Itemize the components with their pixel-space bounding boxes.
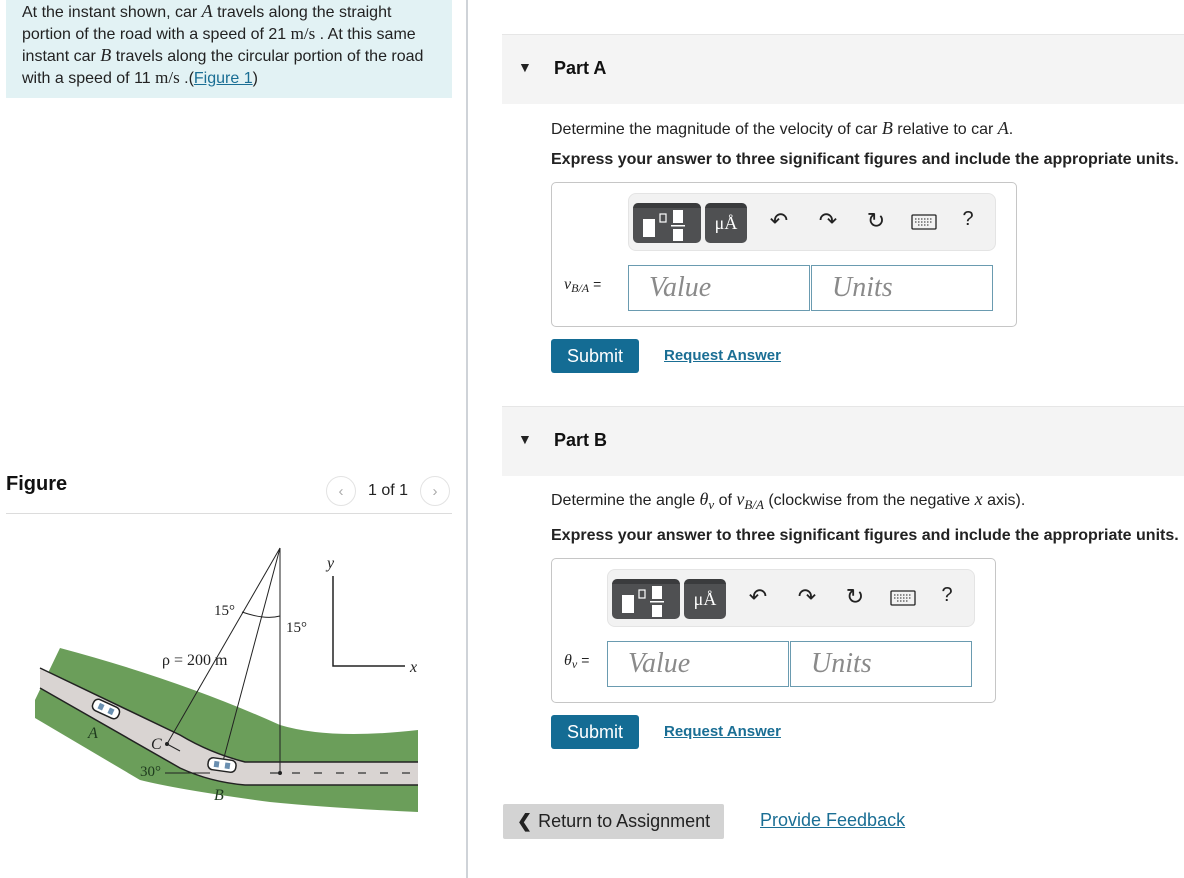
chevron-left-icon: ‹ [338, 482, 344, 500]
chevron-left-icon: ❮ [517, 811, 533, 831]
car-a-label: A [87, 725, 98, 742]
intro-text: At the instant shown, car [22, 4, 202, 21]
help-icon[interactable]: ? [953, 208, 983, 231]
part-b-answer-label: θv = [564, 652, 590, 671]
var-a: A [201, 1, 213, 21]
problem-statement: At the instant shown, car A travels alon… [6, 0, 452, 98]
part-a-answer-label: vB/A = [564, 276, 602, 295]
axes-icon [332, 576, 405, 667]
part-b-request-answer-link[interactable]: Request Answer [664, 723, 781, 740]
undo-icon[interactable]: ↶ [764, 208, 794, 234]
question-text: Determine the angle [551, 492, 700, 509]
figure-title: Figure [6, 473, 68, 495]
return-label: Return to Assignment [538, 811, 711, 831]
answer-sub: B/A [571, 281, 590, 295]
part-a-question: Determine the magnitude of the velocity … [551, 118, 1013, 139]
part-b-units-input[interactable] [790, 641, 972, 687]
part-b-value-input[interactable] [607, 641, 789, 687]
part-a-submit-button[interactable]: Submit [551, 339, 639, 373]
mu-angstrom-icon: μÅ [714, 213, 738, 233]
part-b-header[interactable]: ▼ Part B [502, 406, 1184, 476]
question-sub: B/A [744, 497, 764, 512]
answer-var: θ [564, 652, 572, 669]
provide-feedback-link[interactable]: Provide Feedback [760, 810, 905, 831]
axis-y-label: y [325, 555, 335, 572]
part-a-units-input[interactable] [811, 265, 993, 311]
angle-left-label: 15° [214, 603, 235, 619]
part-a-request-answer-link[interactable]: Request Answer [664, 347, 781, 364]
mu-angstrom-icon: μÅ [693, 589, 717, 609]
help-icon[interactable]: ? [932, 584, 962, 607]
collapse-triangle-icon: ▼ [518, 59, 532, 75]
reset-icon[interactable]: ↻ [861, 208, 891, 234]
question-text: of [714, 492, 737, 509]
fraction-templates-icon [622, 586, 664, 617]
redo-icon[interactable]: ↷ [813, 208, 843, 234]
part-a-instruction: Express your answer to three significant… [551, 151, 1179, 168]
left-panel: At the instant shown, car A travels alon… [0, 0, 466, 878]
units-button[interactable]: μÅ [684, 579, 726, 619]
angle-arc [241, 611, 281, 618]
question-text: . [1008, 121, 1014, 138]
collapse-triangle-icon: ▼ [518, 431, 532, 447]
prev-figure-button[interactable]: ‹ [325, 476, 356, 506]
question-text: (clockwise from the negative [763, 492, 975, 509]
reset-icon[interactable]: ↻ [840, 584, 870, 610]
return-to-assignment-button[interactable]: ❮ Return to Assignment [503, 804, 724, 839]
question-var: B [881, 118, 893, 138]
part-b-submit-button[interactable]: Submit [551, 715, 639, 749]
math-toolbar: μÅ ↶ ↷ ↻ ? [607, 569, 975, 627]
part-a-header[interactable]: ▼ Part A [502, 34, 1184, 104]
next-figure-button[interactable]: › [420, 476, 450, 506]
figure-link[interactable]: Figure 1 [194, 70, 253, 87]
part-b-answer-box: μÅ ↶ ↷ ↻ ? θv = [551, 558, 996, 703]
part-b-instruction: Express your answer to three significant… [551, 527, 1179, 544]
part-a-title: Part A [554, 58, 607, 78]
question-text: relative to car [892, 121, 998, 138]
car-b-label: B [214, 787, 224, 804]
templates-button[interactable] [612, 579, 680, 619]
part-a-value-input[interactable] [628, 265, 810, 311]
units-button[interactable]: μÅ [705, 203, 747, 243]
equals-sign: = [581, 652, 590, 668]
question-text: Determine the magnitude of the velocity … [551, 121, 882, 138]
part-b-question: Determine the angle θv of vB/A (clockwis… [551, 489, 1026, 512]
right-panel: ▼ Part A Determine the magnitude of the … [468, 0, 1184, 878]
angle-right-label: 15° [286, 620, 307, 636]
fraction-templates-icon [643, 210, 685, 241]
pager-count: 1 of 1 [367, 482, 408, 499]
intro-text: ) [252, 69, 258, 87]
question-sub: v [708, 497, 715, 512]
question-var: x [974, 489, 983, 509]
undo-icon[interactable]: ↶ [743, 584, 773, 610]
figure-pager: ‹ 1 of 1 › [325, 476, 450, 506]
math-toolbar: μÅ ↶ ↷ ↻ ? [628, 193, 996, 251]
question-var: A [997, 118, 1009, 138]
figure-header: Figure ‹ 1 of 1 › [6, 472, 452, 514]
keyboard-icon[interactable] [909, 208, 939, 236]
answer-sub: v [571, 657, 578, 671]
part-a-answer-box: μÅ ↶ ↷ ↻ ? vB/A = [551, 182, 1017, 327]
point-c-dot [165, 742, 169, 746]
question-text: axis). [982, 492, 1026, 509]
intro-text: .( [179, 69, 194, 87]
unit-text: m/s [155, 67, 180, 87]
chevron-right-icon: › [432, 482, 438, 500]
part-b-title: Part B [554, 430, 608, 450]
radius-label: ρ = 200 m [162, 652, 228, 669]
center-dot [278, 771, 282, 775]
angle-bottom-label: 30° [140, 764, 161, 780]
var-b: B [100, 45, 112, 65]
unit-text: m/s [290, 23, 316, 43]
redo-icon[interactable]: ↷ [792, 584, 822, 610]
keyboard-icon[interactable] [888, 584, 918, 612]
point-c-label: C [151, 736, 162, 753]
templates-button[interactable] [633, 203, 701, 243]
axis-x-label: x [409, 659, 417, 676]
equals-sign: = [593, 276, 602, 292]
figure-diagram: y x 15° 15° ρ = 200 m A C 30° B [35, 547, 418, 812]
